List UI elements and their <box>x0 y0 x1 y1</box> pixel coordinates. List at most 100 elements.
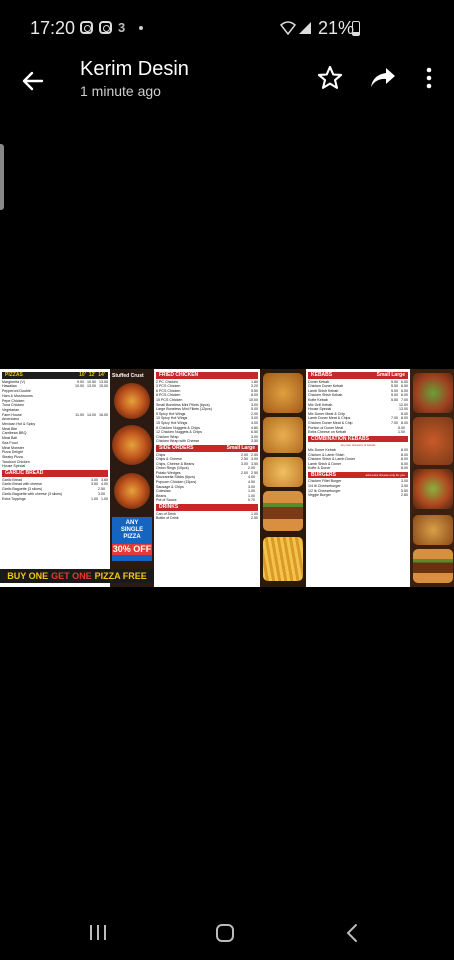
menu-image[interactable]: PIZZAS 10' 12' 14' Margherita (V) 9.00 10.… <box>0 369 454 587</box>
menu-item-price: 5.00 <box>391 388 398 393</box>
instagram-icon <box>99 21 112 34</box>
pizza-offer-badge: ANY SINGLE PIZZA 30% OFF <box>112 517 152 561</box>
edge-panel-handle[interactable] <box>0 144 4 210</box>
drinks-header: DRINKS <box>156 504 258 511</box>
instagram-icon <box>80 21 93 34</box>
star-icon[interactable] <box>316 64 344 92</box>
garlic-bread-header: GARLIC BREAD <box>2 470 108 477</box>
menu-item-name: Pot of Sauce <box>156 498 177 503</box>
kebabs-header: KEBABS Small Large <box>308 372 408 379</box>
menu-item-name: Kofte & Doner <box>308 466 331 471</box>
burgers-note: add extra cheese only for you <box>365 472 405 477</box>
burger-photo <box>413 549 453 583</box>
fried-chicken-photo <box>263 373 303 413</box>
menu-item-price: 5.50 <box>391 379 398 384</box>
more-vertical-icon[interactable] <box>420 64 438 92</box>
fried-chicken-title: FRIED CHICKEN <box>159 372 199 378</box>
menu-item-price: 4.00 <box>248 475 255 480</box>
chicken-photos <box>260 369 306 587</box>
status-bar: 17:20 3 21% <box>0 0 454 56</box>
fried-chicken-header: FRIED CHICKEN <box>156 372 258 379</box>
recent-apps-icon[interactable] <box>88 924 110 942</box>
size-label: Small <box>226 444 240 451</box>
menu-item-name: Bottle of Drink <box>156 516 179 521</box>
menu-item-price: 3.50 <box>251 461 258 466</box>
menu-item-row: Pot of Sauce 0.70 <box>156 498 258 503</box>
promo-text: BUY ONE <box>7 571 49 581</box>
grill-photo <box>413 469 453 509</box>
menu-item-price: 12.00 <box>399 402 408 407</box>
menu-item-price: 7.00 <box>391 416 398 421</box>
doner-photo <box>413 417 453 465</box>
menu-item-price: 4.50 <box>248 480 255 485</box>
chicken-panel: FRIED CHICKEN 2 PC Chicken 1.80 3 PCS Chic… <box>154 369 306 587</box>
home-icon[interactable] <box>216 924 234 942</box>
menu-item-price: 8.00 <box>401 411 408 416</box>
menu-item-prices: 3.50 <box>251 439 258 444</box>
menu-item-price: 2.00 <box>241 452 248 457</box>
menu-item-price: 3.00 <box>91 477 98 482</box>
size-label: 10' <box>79 372 86 378</box>
menu-item-prices: 1.00 1.00 <box>88 497 108 502</box>
menu-item-price: 2.00 <box>248 466 255 471</box>
menu-item-row: Kofte & Doner 8.00 <box>308 466 408 471</box>
kebab-photos <box>410 369 454 587</box>
status-time: 17:20 <box>30 18 76 38</box>
pizza-list: PIZZAS 10' 12' 14' Margherita (V) 9.00 10.… <box>0 369 110 587</box>
side-orders-title: SIDE ORDERS <box>159 444 194 451</box>
menu-item-prices: 0.70 <box>245 498 258 503</box>
wifi-icon <box>280 21 296 35</box>
nuggets-photo <box>263 457 303 487</box>
badge-line: SINGLE <box>120 527 144 533</box>
menu-item-price: 0.70 <box>248 498 255 503</box>
menu-item-price: 5.50 <box>391 397 398 402</box>
drinks-title: DRINKS <box>159 504 179 511</box>
battery-icon <box>352 21 360 36</box>
notification-icons: 3 <box>80 20 144 35</box>
menu-item-row: Chicken Wrap with Cheese 3.50 <box>156 439 258 444</box>
size-label: Small <box>376 372 390 378</box>
menu-item-prices: 8.00 <box>401 466 408 471</box>
size-label: Large <box>391 372 405 378</box>
side-orders-header: SIDE ORDERS Small Large <box>156 444 258 452</box>
kebabs-title: KEBABS <box>311 372 333 378</box>
app-bar: Kerim Desin 1 minute ago <box>0 56 454 106</box>
badge-discount: 30% OFF <box>112 544 152 555</box>
menu-item-price: 5.00 <box>391 393 398 398</box>
menu-item-price: 13.50 <box>99 379 108 384</box>
menu-item-price: 1.00 <box>398 430 405 435</box>
menu-item-price: 3.60 <box>101 477 108 482</box>
stuffed-crust-label: Stuffed Crust <box>112 373 144 379</box>
menu-item-price: 3.00 <box>241 461 248 466</box>
badge-line: PIZZA <box>123 534 141 540</box>
menu-item-price: 6.00 <box>401 388 408 393</box>
menu-item-row: House Special <box>2 464 108 469</box>
size-label: 12' <box>88 372 96 378</box>
menu-item-price: 2.50 <box>251 470 258 475</box>
back-arrow-icon[interactable] <box>18 66 48 96</box>
menu-item-name: House Special <box>2 464 26 469</box>
menu-item-prices: 1.00 <box>395 430 408 435</box>
chips-photo <box>263 537 303 581</box>
menu-item-price: 1.00 <box>91 496 98 501</box>
chicken-list: FRIED CHICKEN 2 PC Chicken 1.80 3 PCS Chic… <box>154 369 260 587</box>
combination-note: any two skewers of kebab <box>340 443 376 448</box>
menu-item-price: 1.00 <box>248 489 255 494</box>
back-nav-icon[interactable] <box>342 922 362 944</box>
menu-item-row: Extra Cheese on Kebab 1.00 <box>308 430 408 435</box>
menu-item-price: 2.50 <box>98 487 105 492</box>
wrap-photo <box>413 515 453 545</box>
combination-header: COMBINATION KEBABS <box>308 435 408 443</box>
burgers-header: BURGERS add extra cheese only for you <box>308 471 408 479</box>
menu-item-price: 8.00 <box>401 420 408 425</box>
menu-item-price: 2.00 <box>241 470 248 475</box>
size-label: 14' <box>98 372 105 378</box>
menu-item-price: 6.50 <box>401 379 408 384</box>
menu-item-price: 7.00 <box>391 420 398 425</box>
share-icon[interactable] <box>368 64 398 92</box>
badge-line: ANY <box>125 520 139 526</box>
menu-item-price: 15.00 <box>99 384 108 389</box>
menu-item-price: 1.00 <box>101 496 108 501</box>
pizza-photo <box>114 383 150 419</box>
menu-item-price: 10.00 <box>75 384 84 389</box>
